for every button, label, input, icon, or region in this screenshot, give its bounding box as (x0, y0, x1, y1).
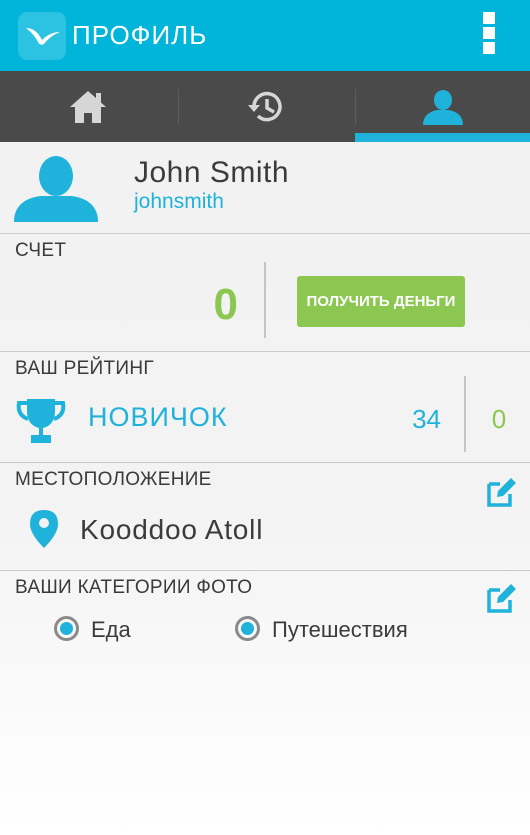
divider (0, 462, 530, 463)
rank-name: НОВИЧОК (88, 402, 228, 432)
edit-categories-icon[interactable] (486, 584, 516, 619)
vertical-divider (264, 262, 266, 338)
tab-history[interactable] (178, 71, 354, 142)
home-icon (70, 90, 106, 123)
section-title-categories: ВАШИ КАТЕГОРИИ ФОТО (15, 577, 253, 598)
section-title-location: МЕСТОПОЛОЖЕНИЕ (15, 469, 212, 490)
history-icon (248, 91, 282, 121)
page-title: ПРОФИЛЬ (72, 20, 208, 50)
category-label-travel: Путешествия (272, 617, 408, 642)
tab-home[interactable] (0, 71, 176, 142)
radio-category-travel[interactable] (235, 616, 260, 641)
rank-extra-value: 0 (491, 404, 507, 434)
category-label-food: Еда (91, 617, 131, 642)
location-value: Kooddoo Atoll (80, 514, 264, 545)
edit-location-icon[interactable] (486, 478, 516, 513)
profile-icon (422, 89, 463, 125)
overflow-menu-icon[interactable] (480, 12, 498, 60)
radio-category-food[interactable] (54, 616, 79, 641)
tab-profile[interactable] (355, 71, 530, 142)
rank-points: 34 (412, 404, 441, 434)
divider (0, 570, 530, 571)
user-username: johnsmith (134, 190, 224, 213)
user-silhouette-icon (14, 156, 98, 227)
user-name: John Smith (134, 156, 290, 189)
map-pin-icon (30, 510, 58, 553)
section-title-account: СЧЕТ (15, 240, 67, 261)
balance-value: 0 (213, 280, 238, 329)
tab-bar (0, 71, 530, 142)
trophy-icon (16, 397, 66, 450)
vertical-divider (464, 376, 466, 452)
divider (0, 351, 530, 352)
section-title-rating: ВАШ РЕЙТИНГ (15, 358, 154, 379)
divider (0, 233, 530, 234)
app-bar: ПРОФИЛЬ (0, 0, 530, 71)
active-tab-indicator (355, 133, 530, 142)
seagull-logo-icon (18, 12, 66, 60)
get-money-button[interactable]: ПОЛУЧИТЬ ДЕНЬГИ (297, 276, 465, 327)
